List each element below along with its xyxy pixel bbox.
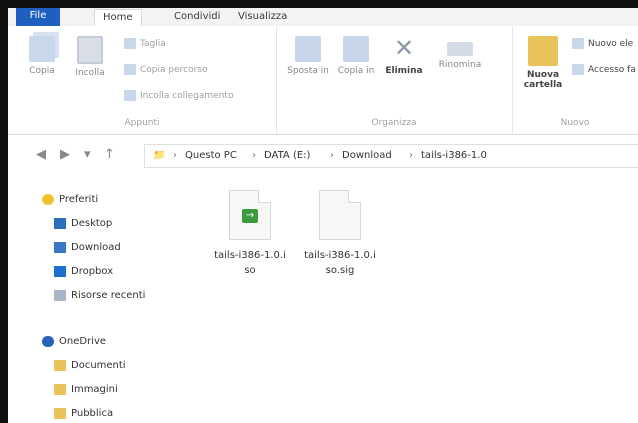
group-label-clipboard: Appunti bbox=[124, 118, 160, 128]
file-item-sig[interactable]: tails-i386-1.0.i so.sig bbox=[300, 190, 380, 278]
easy-access-label: Accesso fa bbox=[588, 65, 636, 75]
cloud-icon bbox=[42, 335, 54, 347]
file-name-line2: so.sig bbox=[325, 265, 355, 276]
sidebar-item-onedrive[interactable]: OneDrive bbox=[42, 334, 106, 350]
breadcrumb-folder-icon: 📁 bbox=[153, 150, 166, 161]
new-item-label: Nuovo ele bbox=[588, 39, 634, 49]
breadcrumb-download[interactable]: Download bbox=[342, 150, 392, 161]
sidebar-item-preferiti[interactable]: Preferiti bbox=[42, 192, 98, 208]
paste-shortcut-label: Incolla collegamento bbox=[140, 91, 234, 101]
download-icon bbox=[54, 241, 66, 253]
copy-path-label: Copia percorso bbox=[140, 65, 208, 75]
copy-button[interactable]: Copia bbox=[20, 36, 64, 76]
file-name-line1: tails-i386-1.0.i bbox=[304, 250, 376, 261]
ribbon: Copia Incolla Taglia Copia percorso Inco… bbox=[8, 26, 638, 135]
copy-path-button[interactable]: Copia percorso bbox=[124, 64, 207, 80]
easy-access-button[interactable]: Accesso fa bbox=[572, 64, 636, 80]
up-icon[interactable]: ↑ bbox=[104, 147, 115, 162]
file-name-line2: so bbox=[244, 265, 256, 276]
cut-button[interactable]: Taglia bbox=[124, 38, 166, 54]
file-name-line1: tails-i386-1.0.i bbox=[214, 250, 286, 261]
rename-label: Rinomina bbox=[438, 60, 482, 70]
cut-label: Taglia bbox=[140, 39, 166, 49]
file-list: → tails-i386-1.0.i so tails-i386-1.0.i s… bbox=[205, 172, 638, 423]
sidebar-item-dropbox[interactable]: Dropbox bbox=[54, 264, 113, 280]
delete-icon: ✕ bbox=[393, 34, 415, 62]
breadcrumb-separator-3: › bbox=[330, 150, 334, 161]
scissors-icon bbox=[124, 38, 136, 49]
breadcrumb-separator-2: › bbox=[252, 150, 256, 161]
green-arrow-icon: → bbox=[242, 209, 258, 223]
sidebar-item-risorse-recenti[interactable]: Risorse recenti bbox=[54, 288, 145, 304]
file-icon bbox=[319, 190, 361, 240]
forward-icon[interactable]: ▶ bbox=[60, 147, 70, 162]
folder-icon bbox=[54, 383, 66, 395]
sidebar-item-immagini[interactable]: Immagini bbox=[54, 382, 118, 398]
recent-places-icon bbox=[54, 289, 66, 301]
left-border bbox=[0, 0, 8, 423]
breadcrumb-tails-folder[interactable]: tails-i386-1.0 bbox=[421, 150, 487, 161]
desktop-icon bbox=[54, 217, 66, 229]
breadcrumb-separator-4: › bbox=[409, 150, 413, 161]
new-item-icon bbox=[572, 38, 584, 49]
folder-icon bbox=[54, 407, 66, 419]
paste-label: Incolla bbox=[75, 68, 105, 78]
move-to-button[interactable]: Sposta in bbox=[286, 36, 330, 76]
address-bar: ◀ ▶ ▾ ↑ 📁 › Questo PC › DATA (E:) › Down… bbox=[8, 140, 638, 170]
copy-icon bbox=[29, 36, 55, 62]
tab-view[interactable]: Visualizza bbox=[230, 9, 295, 25]
new-folder-label: Nuova cartella bbox=[523, 70, 563, 90]
group-organize: Sposta in Copia in ✕ Elimina Rinomina Or… bbox=[276, 26, 513, 134]
breadcrumb-data-e[interactable]: DATA (E:) bbox=[264, 150, 310, 161]
easy-access-icon bbox=[572, 64, 584, 75]
paste-icon bbox=[77, 36, 103, 64]
copy-path-icon bbox=[124, 64, 136, 75]
move-to-label: Sposta in bbox=[287, 66, 329, 76]
top-border bbox=[0, 0, 638, 8]
rename-button[interactable]: Rinomina bbox=[432, 36, 488, 70]
paste-shortcut-button[interactable]: Incolla collegamento bbox=[124, 90, 233, 106]
group-label-new: Nuovo bbox=[560, 118, 590, 128]
explorer-window: File Home Condividi Visualizza Copia Inc… bbox=[0, 0, 638, 423]
tab-home[interactable]: Home bbox=[94, 9, 142, 27]
delete-label: Elimina bbox=[385, 66, 423, 76]
copy-label: Copia bbox=[29, 66, 55, 76]
paste-button[interactable]: Incolla bbox=[68, 36, 112, 78]
sidebar-item-pubblica[interactable]: Pubblica bbox=[54, 406, 113, 422]
group-clipboard: Copia Incolla Taglia Copia percorso Inco… bbox=[8, 26, 277, 134]
tab-share[interactable]: Condividi bbox=[166, 9, 228, 25]
rename-icon bbox=[447, 42, 473, 56]
breadcrumb-separator-1: › bbox=[173, 150, 177, 161]
paste-shortcut-icon bbox=[124, 90, 136, 101]
star-icon bbox=[42, 193, 54, 205]
copy-to-button[interactable]: Copia in bbox=[334, 36, 378, 76]
delete-button[interactable]: ✕ Elimina bbox=[382, 36, 426, 76]
folder-icon bbox=[54, 359, 66, 371]
file-item-iso[interactable]: → tails-i386-1.0.i so bbox=[210, 190, 290, 278]
recent-locations-icon[interactable]: ▾ bbox=[84, 147, 91, 162]
file-icon: → bbox=[229, 190, 271, 240]
dropbox-icon bbox=[54, 265, 66, 277]
address-field[interactable]: 📁 › Questo PC › DATA (E:) › Download › t… bbox=[144, 144, 638, 168]
sidebar-item-documenti[interactable]: Documenti bbox=[54, 358, 126, 374]
move-to-icon bbox=[295, 36, 321, 62]
navigation-pane: Preferiti Desktop Download Dropbox Risor… bbox=[8, 172, 204, 423]
back-icon[interactable]: ◀ bbox=[36, 147, 46, 162]
copy-to-label: Copia in bbox=[337, 66, 375, 76]
group-label-organize: Organizza bbox=[371, 118, 417, 128]
sidebar-item-download[interactable]: Download bbox=[54, 240, 121, 256]
folder-icon bbox=[528, 36, 558, 66]
ribbon-tab-bar: File Home Condividi Visualizza bbox=[8, 8, 638, 27]
group-new: Nuova cartella Nuovo ele Accesso fa Nuov… bbox=[512, 26, 638, 134]
breadcrumb-questo-pc[interactable]: Questo PC bbox=[185, 150, 237, 161]
copy-to-icon bbox=[343, 36, 369, 62]
new-folder-button[interactable]: Nuova cartella bbox=[520, 36, 566, 90]
sidebar-item-desktop[interactable]: Desktop bbox=[54, 216, 112, 232]
tab-file[interactable]: File bbox=[16, 8, 60, 26]
new-item-button[interactable]: Nuovo ele bbox=[572, 38, 633, 54]
